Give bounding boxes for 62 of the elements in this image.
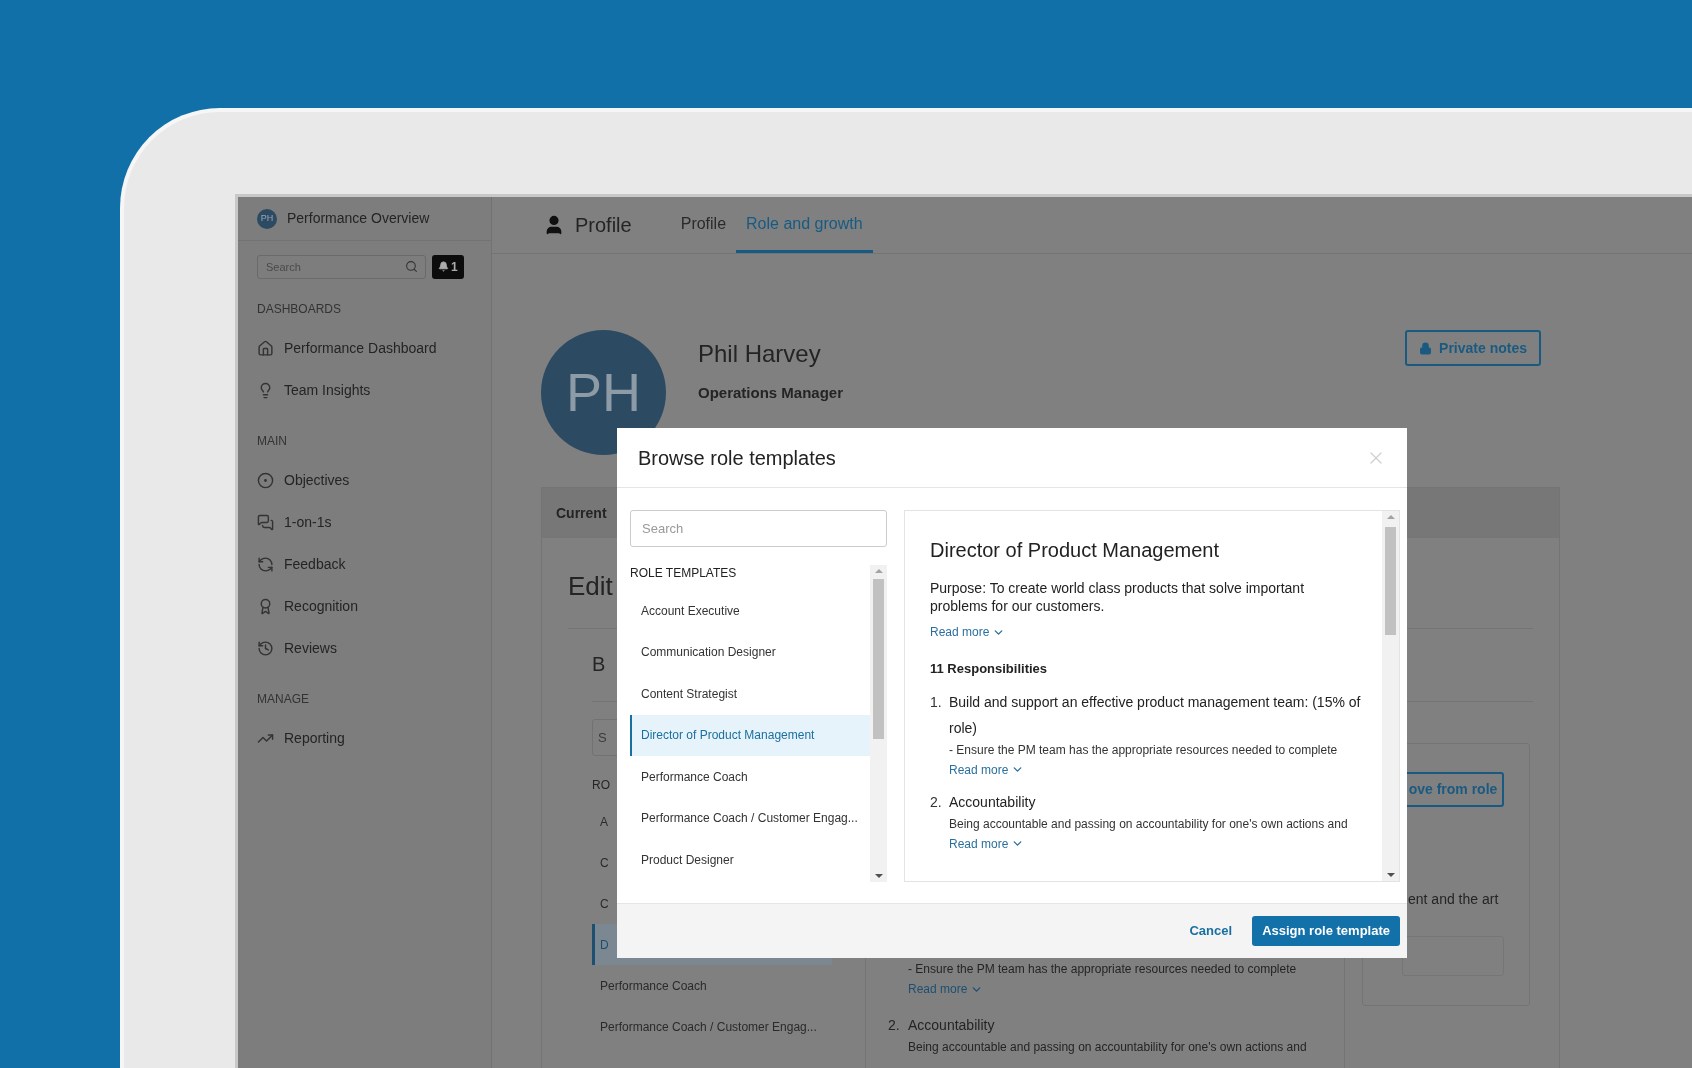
template-title: Director of Product Management [930,538,1221,563]
list-heading: ROLE TEMPLATES [630,565,738,581]
refresh-icon [257,555,274,573]
bell-icon [438,261,449,272]
responsibility-title: Build and support an effective product management team: (15% of role) [949,692,1362,738]
read-more-link[interactable]: Read more [949,760,1025,779]
sidebar-item[interactable]: Objectives [238,459,491,501]
notifications-button[interactable]: 1 [432,254,464,279]
card-tab[interactable]: Current [556,502,607,524]
tab[interactable]: Profile [670,197,737,253]
sidebar-item[interactable]: Recognition [238,585,491,627]
role-template-item[interactable]: Content Strategist [630,673,870,715]
role-template-item[interactable]: Performance Coach / Customer Engag... [630,797,870,839]
read-more-link[interactable]: Read more [930,623,1006,641]
target-icon [257,471,274,489]
read-more-link[interactable]: Read more [949,834,1025,853]
scrollbar[interactable] [1382,511,1399,881]
card-heading: Edit [568,570,613,603]
sidebar-item[interactable]: Team Insights [238,369,491,411]
section-heading: B [592,652,606,677]
responsibility-title: Accountability [949,792,1037,812]
role-template-item[interactable]: Account Executive [630,590,870,632]
sidebar-item[interactable]: Performance Dashboard [238,327,491,369]
assign-role-template-button[interactable]: Assign role template [1252,916,1400,946]
search-icon [405,260,418,273]
list-heading: RO [592,777,610,792]
chat-bubbles-icon [257,513,274,531]
responsibility-detail: Being accountable and passing on accountability for one's own actions and [908,1039,1307,1056]
person-name: Phil Harvey [698,339,822,369]
section-heading: DASHBOARDS [256,301,343,317]
list-number: 1. [930,692,939,712]
section-heading: MANAGE [256,691,310,707]
history-icon [257,639,274,657]
user-avatar[interactable]: PH [257,208,277,229]
section-heading: MAIN [256,433,288,449]
role-template-item[interactable]: Product Designer [630,839,870,881]
responsibility-detail: Being accountable and passing on accountability for one's own actions and [949,815,1349,833]
role-template-item[interactable]: Performance Coach / Customer Engag... [592,1006,832,1047]
home-icon [257,339,274,357]
read-more-link[interactable]: Read more [908,980,984,998]
list-number: 2. [930,792,939,812]
description-text: ent and the art [1408,890,1500,909]
role-template-item[interactable]: Communication Designer [630,631,870,673]
sidebar-item[interactable]: Reporting [238,717,491,759]
responsibility-detail: - Ensure the PM team has the appropriate resources needed to complete [908,961,1297,978]
responsibility-title: Accountability [908,1016,996,1035]
cancel-button[interactable]: Cancel [1185,921,1237,941]
purpose-text: Purpose: To create world class products that solve important problems for our customers. [930,579,1306,615]
scrollbar[interactable] [870,565,887,882]
responsibility-detail: - Ensure the PM team has the appropriate resources needed to complete [949,741,1339,759]
role-template-item[interactable]: Performance Coach [630,756,870,798]
lock-icon [1419,341,1433,355]
job-title: Operations Manager [698,383,845,403]
responsibilities-heading: 11 Responsibilities [930,660,1049,678]
sidebar-item[interactable]: Reviews [238,627,491,669]
role-template-item[interactable]: Director of Product Management [630,714,870,756]
sidebar-item[interactable]: 1-on-1s [238,501,491,543]
list-number: 2. [888,1016,897,1035]
role-template-item[interactable]: Performance Coach [592,965,832,1006]
page-title: Profile [575,213,632,238]
app-title: Performance Overview [287,209,430,228]
sidebar-item[interactable]: Feedback [238,543,491,585]
